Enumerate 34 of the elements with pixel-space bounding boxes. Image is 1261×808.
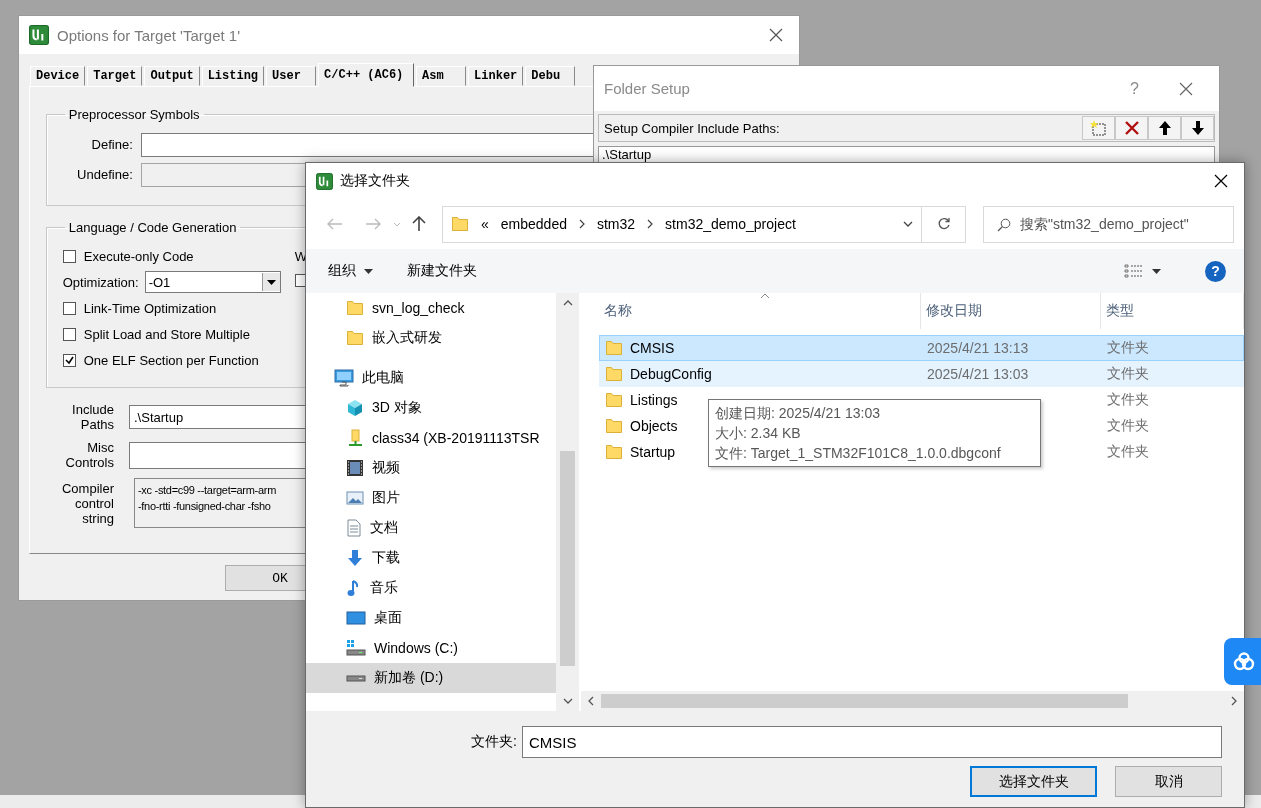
checkbox-label: One ELF Section per Function [83,352,259,368]
file-type: 文件夹 [1106,391,1150,409]
file-name: CMSIS [630,340,675,356]
group-title: Language / Code Generation [67,219,238,235]
tooltip-line: 创建日期: 2025/4/21 13:03 [715,404,880,423]
window-title: 选择文件夹 [340,172,410,190]
file-name: Objects [630,418,678,434]
file-type: 文件夹 [1106,365,1150,383]
field-label: 文件夹: [471,733,517,751]
field-label: Misc Controls [64,440,114,471]
file-name: Listings [630,392,678,408]
tooltip-line: 大小: 2.34 KB [715,424,801,443]
checkbox-label: Link-Time Optimization [83,300,217,316]
tooltip-line: 文件: Target_1_STM32F101C8_1.0.0.dbgconf [715,444,1001,463]
file-type: 文件夹 [1106,443,1150,461]
toolbar-label: Setup Compiler Include Paths: [604,120,780,136]
checkbox-label: Split Load and Store Multiple [83,326,250,342]
compiler-string-line: -xc -std=c99 --target=arm-arm [138,483,276,499]
field-label: Include Paths [71,402,114,433]
field-label: Compiler control string [61,480,114,526]
file-date: 2025/4/21 13:13 [926,340,1030,356]
window-title: Options for Target 'Target 1' [57,26,241,44]
file-name: DebugConfig [630,366,712,382]
compiler-string-line: -fno-rtti -funsigned-char -fsho [138,499,271,515]
field-label: Undefine: [76,167,133,183]
file-type: 文件夹 [1106,417,1150,435]
field-label: Optimization: [62,274,139,290]
file-name: Startup [630,444,676,460]
file-type: 文件夹 [1106,339,1150,357]
field-label: Define: [90,137,133,153]
file-date: 2025/4/21 13:03 [926,366,1030,382]
window-title: Folder Setup [604,80,690,97]
group-title: Preprocessor Symbols [67,107,201,122]
checkbox-label: Execute-only Code [83,248,194,264]
